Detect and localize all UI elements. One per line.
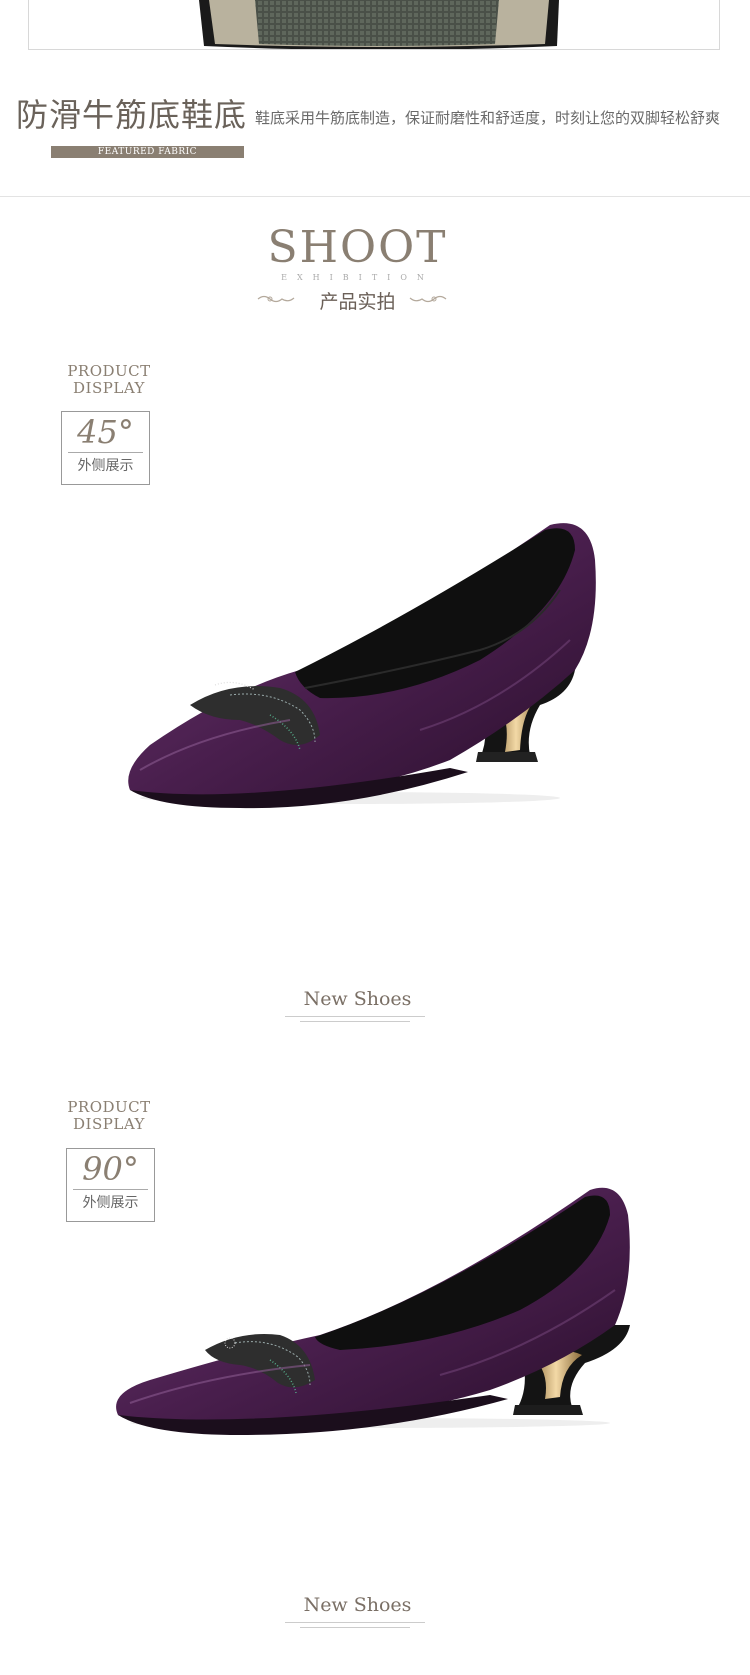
- section-subtitle: EXHIBITION: [281, 273, 434, 282]
- shoe-image-45: [128, 523, 596, 809]
- caption-rule: [285, 1016, 425, 1017]
- product-display-label: PRODUCT DISPLAY: [54, 1099, 164, 1133]
- product-label-line1: PRODUCT: [67, 1098, 151, 1116]
- angle-value: 90°: [82, 1150, 139, 1188]
- product-label-line2: DISPLAY: [73, 1115, 145, 1133]
- caption-rule: [300, 1627, 410, 1628]
- section-divider: [0, 196, 750, 197]
- feature-title: 防滑牛筋底鞋底: [16, 96, 248, 134]
- product-display-label: PRODUCT DISPLAY: [54, 363, 164, 397]
- featured-fabric-badge: FEATURED FABRIC: [51, 146, 244, 158]
- section-cn-title: 产品实拍: [319, 291, 396, 313]
- angle-cn-label: 外侧展示: [77, 458, 134, 474]
- sole-image: [28, 0, 720, 50]
- angle-badge: 45° 外侧展示: [61, 411, 150, 485]
- new-shoes-caption: New Shoes: [303, 1594, 412, 1616]
- angle-value: 45°: [77, 413, 134, 451]
- caption-rule: [300, 1021, 410, 1022]
- feature-description: 鞋底采用牛筋底制造，保证耐磨性和舒适度，时刻让您的双脚轻松舒爽: [255, 109, 721, 127]
- ornament-left-icon: [257, 295, 295, 303]
- new-shoes-caption: New Shoes: [303, 988, 412, 1010]
- caption-rule: [285, 1622, 425, 1623]
- product-label-line2: DISPLAY: [73, 379, 145, 397]
- shoe-image-90: [116, 1187, 630, 1435]
- product-label-line1: PRODUCT: [67, 362, 151, 380]
- ornament-right-icon: [409, 295, 447, 303]
- section-title: SHOOT: [267, 222, 448, 273]
